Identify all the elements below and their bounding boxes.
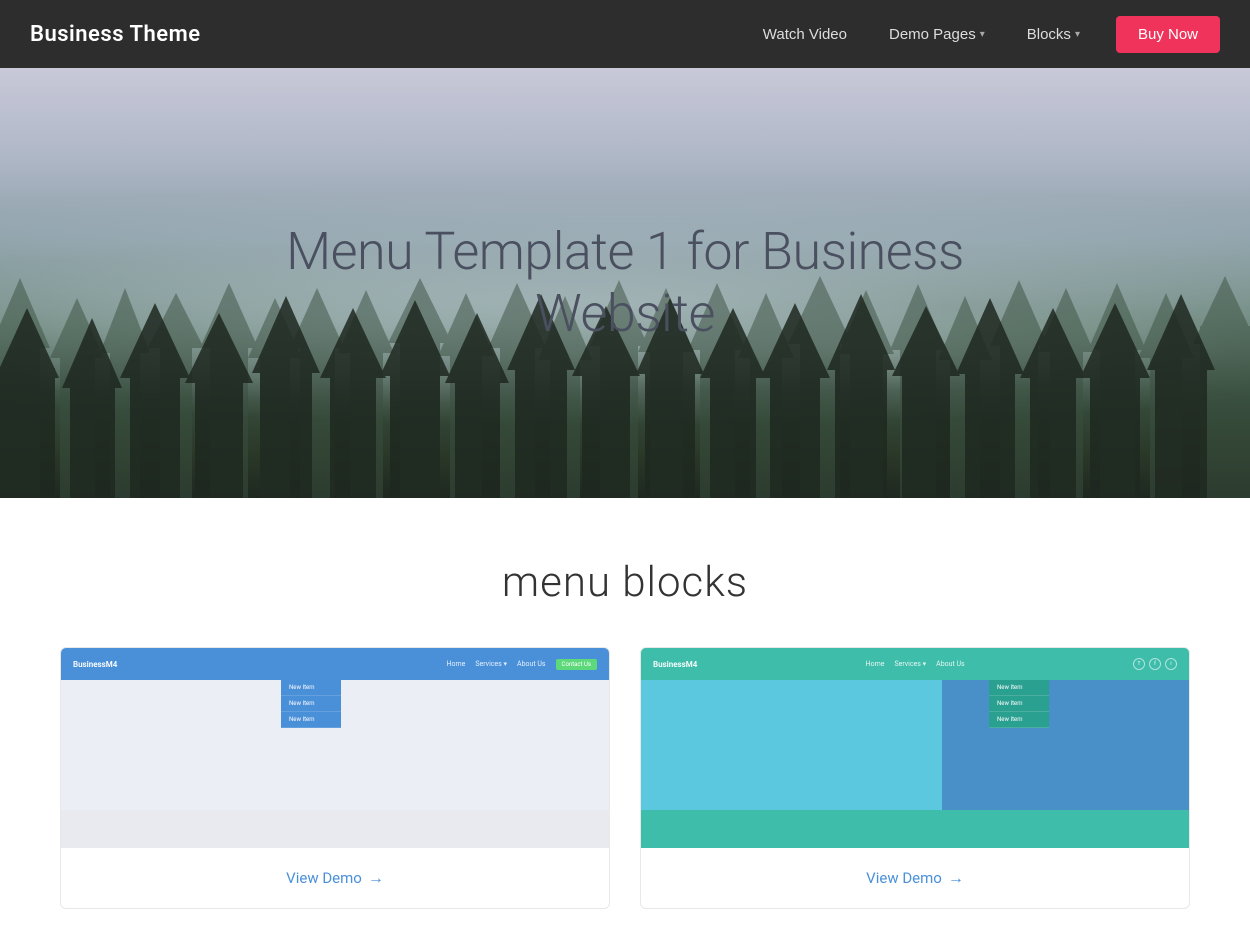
card-1-nav-about: About Us bbox=[517, 660, 546, 668]
blocks-chevron-icon: ▾ bbox=[1075, 29, 1080, 40]
card-2-body-left bbox=[641, 680, 942, 810]
card-2-preview: BusinessM4 Home Services ▾ About Us T f … bbox=[641, 648, 1189, 848]
hero-section: Menu Template 1 for Business Website bbox=[0, 68, 1250, 498]
card-2-view-demo-link[interactable]: View Demo → bbox=[866, 868, 964, 888]
card-2-dropdown: New Item New Item New Item bbox=[989, 680, 1049, 728]
nav-links: Watch Video Demo Pages ▾ Blocks ▾ Buy No… bbox=[747, 16, 1220, 53]
card-1-dropdown: New Item New Item New Item bbox=[281, 680, 341, 728]
card-2-dropdown-item-2: New Item bbox=[989, 696, 1049, 712]
blocks-button[interactable]: Blocks ▾ bbox=[1011, 18, 1096, 51]
card-2-social-icons: T f i bbox=[1133, 658, 1177, 670]
demo-pages-chevron-icon: ▾ bbox=[980, 29, 985, 40]
card-1-footer: View Demo → bbox=[61, 848, 609, 908]
card-1-nav-services: Services ▾ bbox=[475, 660, 507, 668]
card-1-nav-items: Home Services ▾ About Us Contact Us bbox=[447, 659, 597, 670]
demo-pages-button[interactable]: Demo Pages ▾ bbox=[873, 18, 1001, 51]
card-1-dropdown-item-2: New Item bbox=[281, 696, 341, 712]
card-1-preview: BusinessM4 Home Services ▾ About Us Cont… bbox=[61, 648, 609, 848]
card-2-nav-about: About Us bbox=[936, 660, 965, 668]
cards-grid: BusinessM4 Home Services ▾ About Us Cont… bbox=[60, 647, 1190, 909]
card-1: BusinessM4 Home Services ▾ About Us Cont… bbox=[60, 647, 610, 909]
card-1-navbar: BusinessM4 Home Services ▾ About Us Cont… bbox=[61, 648, 609, 680]
card-2-facebook-icon: f bbox=[1149, 658, 1161, 670]
buy-now-button[interactable]: Buy Now bbox=[1116, 16, 1220, 53]
card-2-nav-services: Services ▾ bbox=[894, 660, 926, 668]
card-2-body bbox=[641, 680, 1189, 810]
hero-content: Menu Template 1 for Business Website bbox=[286, 221, 964, 346]
card-2-arrow-icon: → bbox=[948, 868, 964, 888]
card-2-nav-items: Home Services ▾ About Us bbox=[866, 660, 965, 668]
card-1-brand: BusinessM4 bbox=[73, 660, 117, 669]
card-2: BusinessM4 Home Services ▾ About Us T f … bbox=[640, 647, 1190, 909]
card-1-dropdown-item-1: New Item bbox=[281, 680, 341, 696]
card-1-arrow-icon: → bbox=[368, 868, 384, 888]
card-2-brand: BusinessM4 bbox=[653, 660, 697, 669]
card-1-view-demo-link[interactable]: View Demo → bbox=[286, 868, 384, 888]
section-title: menu blocks bbox=[60, 558, 1190, 607]
navbar: Business Theme Watch Video Demo Pages ▾ … bbox=[0, 0, 1250, 68]
hero-title: Menu Template 1 for Business Website bbox=[286, 221, 964, 346]
card-2-footer: View Demo → bbox=[641, 848, 1189, 908]
card-2-navbar: BusinessM4 Home Services ▾ About Us T f … bbox=[641, 648, 1189, 680]
card-2-dropdown-item-3: New Item bbox=[989, 712, 1049, 728]
card-2-body-right bbox=[942, 680, 1189, 810]
card-1-dropdown-item-3: New Item bbox=[281, 712, 341, 728]
nav-brand: Business Theme bbox=[30, 22, 747, 47]
card-2-instagram-icon: i bbox=[1165, 658, 1177, 670]
card-1-cta: Contact Us bbox=[556, 659, 597, 670]
card-2-dropdown-item-1: New Item bbox=[989, 680, 1049, 696]
card-1-nav-home: Home bbox=[447, 660, 466, 668]
watch-video-button[interactable]: Watch Video bbox=[747, 18, 863, 51]
card-2-twitter-icon: T bbox=[1133, 658, 1145, 670]
card-2-nav-home: Home bbox=[866, 660, 885, 668]
menu-blocks-section: menu blocks BusinessM4 Home Services ▾ A… bbox=[0, 498, 1250, 949]
